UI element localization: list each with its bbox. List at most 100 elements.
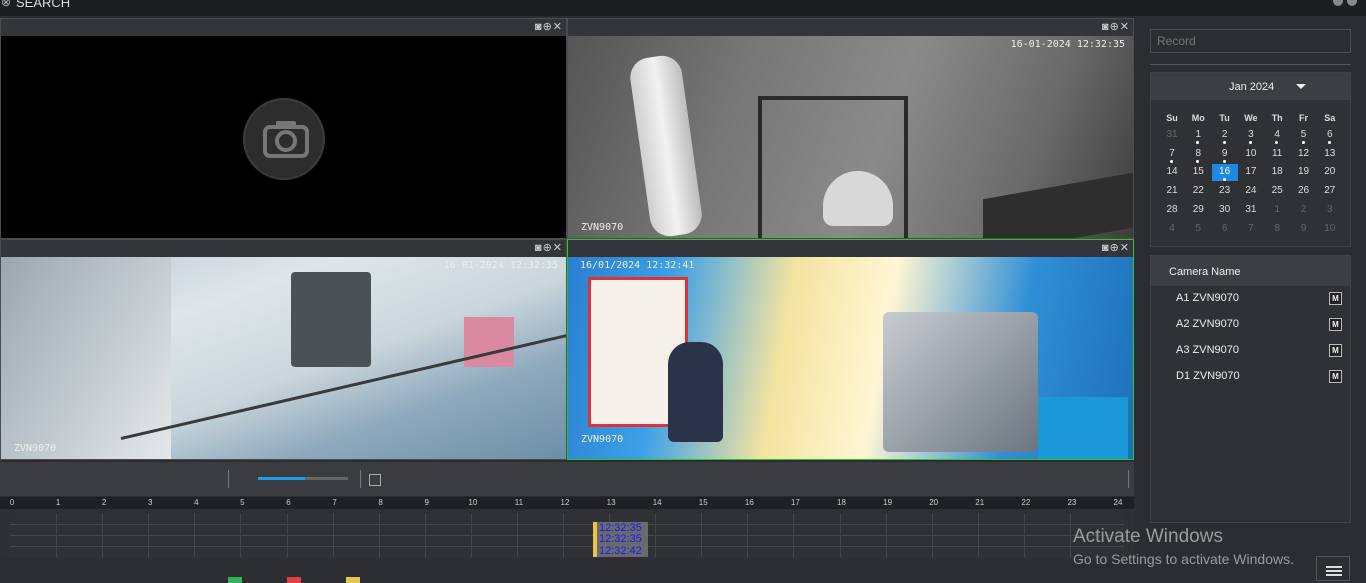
calendar-weekday-label: Fr: [1299, 113, 1308, 123]
calendar-day[interactable]: 16: [1211, 164, 1238, 182]
timeline[interactable]: 0 1 2 3 4 5 6 7 8 9 10 11 12 13 14 15 16 17 18 19 20 21 22 23 24: [0, 497, 1134, 559]
camera-item[interactable]: A2 ZVN9070 M: [1151, 316, 1350, 336]
divider: [228, 470, 229, 488]
calendar-day[interactable]: 9: [1291, 221, 1317, 238]
calendar-day[interactable]: 3: [1317, 202, 1343, 219]
calendar-day[interactable]: 31: [1159, 127, 1185, 144]
camera-mode-button[interactable]: M: [1329, 292, 1342, 305]
calendar-day[interactable]: 31: [1238, 202, 1264, 219]
camera-item[interactable]: A3 ZVN9070 M: [1151, 342, 1350, 362]
calendar-day[interactable]: 5: [1291, 127, 1317, 144]
video-tile-4[interactable]: ◙⊕✕ 16/01/2024 12:32:41 ZVN9070: [567, 239, 1134, 460]
calendar-day[interactable]: 12: [1291, 146, 1317, 163]
calendar-day[interactable]: 5: [1185, 221, 1211, 238]
calendar-day-label: 2: [1221, 129, 1228, 140]
record-marker[interactable]: 12:32:42: [593, 545, 648, 557]
calendar: Jan 2024 Su Mo Tu We Th Fr Sa 31 1 2 3 4 5 6 7 8 9 10 11 12…: [1150, 72, 1351, 247]
playback-speed-slider[interactable]: [258, 477, 348, 480]
calendar-day-label: 31: [1245, 203, 1257, 215]
close-icon[interactable]: ✕: [1120, 242, 1130, 254]
calendar-day[interactable]: 2: [1212, 127, 1238, 144]
calendar-day[interactable]: 6: [1212, 221, 1238, 238]
calendar-day[interactable]: 24: [1238, 183, 1264, 200]
calendar-weekday-label: Su: [1166, 113, 1178, 123]
calendar-day[interactable]: 20: [1317, 164, 1343, 181]
calendar-day[interactable]: 8: [1264, 221, 1290, 238]
calendar-day[interactable]: 27: [1317, 183, 1343, 200]
list-view-button[interactable]: [1316, 556, 1350, 581]
calendar-weekday-label: Th: [1271, 113, 1283, 123]
zoom-icon[interactable]: ⊕: [1110, 21, 1120, 33]
timeline-hour-label: 13: [606, 498, 616, 507]
chevron-down-icon[interactable]: [1296, 84, 1306, 89]
camera-mode-button[interactable]: M: [1329, 370, 1342, 383]
calendar-day[interactable]: 4: [1159, 221, 1185, 238]
atm-shape: [291, 272, 371, 367]
record-search-input[interactable]: [1150, 29, 1351, 53]
video-tile-1[interactable]: ◙⊕✕: [0, 18, 567, 239]
calendar-day[interactable]: 26: [1291, 183, 1317, 200]
snapshot-icon[interactable]: ◙: [535, 21, 543, 33]
record-marker[interactable]: 12:32:35: [593, 533, 648, 545]
snapshot-icon[interactable]: ◙: [535, 242, 543, 254]
timeline-hour-label: 7: [332, 498, 337, 507]
close-icon[interactable]: ✕: [553, 21, 563, 33]
calendar-day[interactable]: 6: [1317, 127, 1343, 144]
calendar-day[interactable]: 9: [1212, 146, 1238, 163]
legend-swatch-motion: [346, 577, 360, 583]
calendar-day[interactable]: 23: [1212, 183, 1238, 200]
camera-mode-button[interactable]: M: [1329, 344, 1342, 357]
timeline-channel-gridline: [10, 535, 1124, 536]
calendar-day[interactable]: 13: [1317, 146, 1343, 163]
box-shape: [983, 172, 1133, 238]
calendar-day[interactable]: 29: [1185, 202, 1211, 219]
camera-item[interactable]: A1 ZVN9070 M: [1151, 290, 1350, 310]
calendar-day-label: 22: [1192, 185, 1204, 197]
calendar-day[interactable]: 17: [1238, 164, 1264, 181]
calendar-day[interactable]: 21: [1159, 183, 1185, 200]
calendar-day[interactable]: 7: [1159, 146, 1185, 163]
calendar-day[interactable]: 25: [1264, 183, 1290, 200]
calendar-day[interactable]: 3: [1238, 127, 1264, 144]
video-tile-3[interactable]: ◙⊕✕ 16-01-2024 12:32:35 ZVN9070: [0, 239, 567, 460]
calendar-day[interactable]: 28: [1159, 202, 1185, 219]
fullscreen-icon[interactable]: [369, 474, 381, 486]
calendar-weekday-label: We: [1244, 113, 1258, 123]
zoom-icon[interactable]: ⊕: [1110, 242, 1120, 254]
calendar-day-label: 27: [1324, 185, 1336, 197]
calendar-day-label: 7: [1248, 222, 1254, 234]
calendar-day-label: 29: [1192, 203, 1204, 215]
calendar-day[interactable]: 30: [1212, 202, 1238, 219]
calendar-day[interactable]: 10: [1317, 221, 1343, 238]
calendar-day[interactable]: 4: [1264, 127, 1290, 144]
timeline-hour-label: 19: [883, 498, 893, 507]
calendar-day[interactable]: 14: [1159, 164, 1185, 181]
close-icon[interactable]: ✕: [1120, 21, 1130, 33]
timeline-grid[interactable]: [10, 513, 1124, 557]
calendar-header[interactable]: Jan 2024: [1151, 73, 1350, 100]
snapshot-icon[interactable]: ◙: [1102, 21, 1110, 33]
calendar-day[interactable]: 11: [1264, 146, 1290, 163]
snapshot-icon[interactable]: ◙: [1102, 242, 1110, 254]
camera-mode-button[interactable]: M: [1329, 318, 1342, 331]
calendar-day[interactable]: 1: [1185, 127, 1211, 144]
zoom-icon[interactable]: ⊕: [543, 21, 553, 33]
title-bar: ⊗ SEARCH: [0, 0, 1366, 16]
calendar-day[interactable]: 2: [1291, 202, 1317, 219]
calendar-day[interactable]: 22: [1185, 183, 1211, 200]
zoom-icon[interactable]: ⊕: [543, 242, 553, 254]
calendar-day-label: 20: [1324, 166, 1336, 178]
camera-item[interactable]: D1 ZVN9070 M: [1151, 368, 1350, 388]
calendar-day[interactable]: 10: [1238, 146, 1264, 163]
video-tile-2[interactable]: ◙⊕✕ 16-01-2024 12:32:35 ZVN9070: [567, 18, 1134, 239]
calendar-day[interactable]: 1: [1264, 202, 1290, 219]
calendar-day[interactable]: 19: [1291, 164, 1317, 181]
calendar-day-label: 4: [1169, 222, 1175, 234]
close-window-icon[interactable]: [1347, 0, 1357, 6]
calendar-day[interactable]: 8: [1185, 146, 1211, 163]
calendar-day[interactable]: 15: [1185, 164, 1211, 181]
close-icon[interactable]: ✕: [553, 242, 563, 254]
minimize-icon[interactable]: [1333, 0, 1343, 6]
calendar-day[interactable]: 18: [1264, 164, 1290, 181]
calendar-day[interactable]: 7: [1238, 221, 1264, 238]
